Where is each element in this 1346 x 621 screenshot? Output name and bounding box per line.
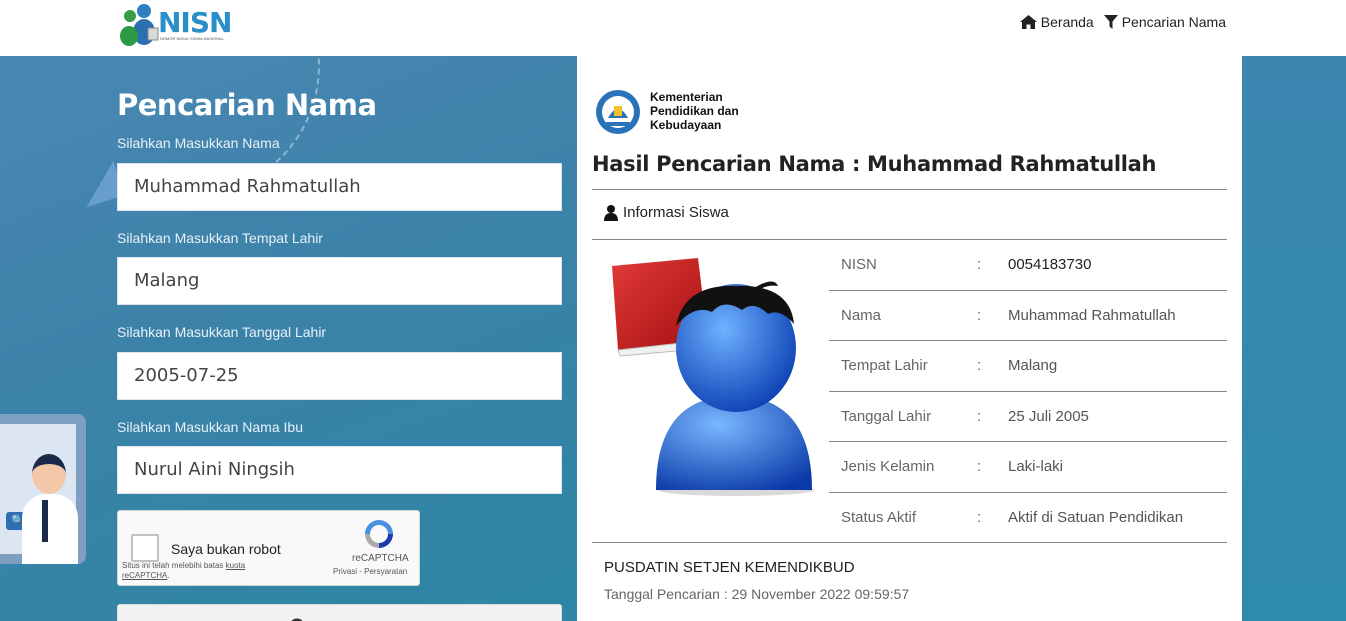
- kemdikbud-logo-icon: [596, 90, 640, 134]
- home-icon: [1019, 15, 1037, 29]
- ministry-name: Kementerian Pendidikan dan Kebudayaan: [650, 90, 739, 132]
- info-value: Malang: [1008, 357, 1058, 374]
- info-separator: :: [977, 306, 982, 324]
- birthplace-input[interactable]: Malang: [117, 257, 562, 305]
- info-value: 0054183730: [1008, 256, 1092, 273]
- search-submit-button[interactable]: [117, 604, 562, 621]
- info-separator: :: [977, 256, 982, 273]
- info-key: Tempat Lahir: [841, 357, 928, 374]
- search-timestamp: Tanggal Pencarian : 29 November 2022 09:…: [604, 586, 910, 602]
- table-row: NISN : 0054183730: [829, 240, 1227, 291]
- table-row: Status Aktif : Aktif di Satuan Pendidika…: [829, 493, 1227, 544]
- recaptcha-quota-note: Situs ini telah melebihi batas kuota reC…: [122, 561, 272, 581]
- info-separator: :: [977, 458, 982, 475]
- mother-name-label: Silahkan Masukkan Nama Ibu: [117, 419, 303, 435]
- search-icon: [291, 618, 303, 621]
- info-key: Tanggal Lahir: [841, 407, 932, 425]
- illustration-person-body: [22, 494, 78, 564]
- tab-informasi-siswa[interactable]: Informasi Siswa: [604, 204, 729, 221]
- recaptcha-icon: [365, 520, 393, 548]
- info-separator: :: [977, 508, 982, 526]
- nav-link-beranda[interactable]: Beranda: [1019, 14, 1094, 30]
- birthdate-input[interactable]: 2005-07-25: [117, 352, 562, 400]
- form-title: Pencarian Nama: [117, 88, 377, 122]
- nav-links: Beranda Pencarian Nama: [1019, 14, 1226, 30]
- filter-icon: [1103, 15, 1118, 29]
- mother-name-input[interactable]: Nurul Aini Ningsih: [117, 446, 562, 494]
- logo-subtitle: NOMOR INDUK SISWA NASIONAL: [160, 36, 224, 41]
- table-row: Tanggal Lahir : 25 Juli 2005: [829, 392, 1227, 442]
- nav-link-label: Pencarian Nama: [1121, 14, 1226, 30]
- recaptcha-note-prefix: Situs ini telah melebihi batas: [122, 561, 224, 570]
- info-separator: :: [977, 357, 982, 374]
- info-key: Jenis Kelamin: [841, 458, 935, 475]
- logo-text: NISN: [158, 6, 232, 39]
- ministry-line-2: Pendidikan dan: [650, 104, 739, 118]
- info-key: Nama: [841, 306, 882, 324]
- info-value: 25 Juli 2005: [1008, 407, 1089, 425]
- nav-link-label: Beranda: [1040, 14, 1094, 30]
- birthplace-label: Silahkan Masukkan Tempat Lahir: [117, 230, 323, 246]
- info-key: NISN: [841, 256, 877, 273]
- divider: [592, 542, 1227, 543]
- student-info-table: NISN : 0054183730 Nama : Muhammad Rahmat…: [829, 240, 1227, 543]
- info-separator: :: [977, 407, 982, 425]
- table-row: Nama : Muhammad Rahmatullah: [829, 291, 1227, 341]
- recaptcha-checkbox[interactable]: [131, 534, 159, 562]
- right-side-background: [1242, 56, 1346, 621]
- illustration-person-tie: [42, 500, 48, 542]
- recaptcha-label: Saya bukan robot: [171, 541, 281, 557]
- info-value: Laki-laki: [1008, 458, 1064, 475]
- table-row: Tempat Lahir : Malang: [829, 341, 1227, 392]
- info-value: Aktif di Satuan Pendidikan: [1008, 508, 1184, 526]
- recaptcha-widget: Saya bukan robot reCAPTCHA Privasi - Per…: [117, 510, 420, 586]
- divider: [592, 189, 1227, 190]
- nisn-logo[interactable]: NISN NOMOR INDUK SISWA NASIONAL: [118, 2, 232, 46]
- nav-link-pencarian-nama[interactable]: Pencarian Nama: [1103, 14, 1226, 30]
- ministry-line-3: Kebudayaan: [650, 118, 722, 132]
- illustration-person-head: [32, 454, 66, 494]
- recaptcha-brand: reCAPTCHA: [352, 553, 409, 564]
- footer-organization: PUSDATIN SETJEN KEMENDIKBUD: [604, 559, 855, 576]
- nisn-logo-icon: [120, 4, 159, 46]
- name-input[interactable]: Muhammad Rahmatullah: [117, 163, 562, 211]
- ministry-line-1: Kementerian: [650, 90, 723, 104]
- user-icon: [604, 204, 618, 221]
- top-navbar: NISN NOMOR INDUK SISWA NASIONAL Beranda …: [0, 0, 1346, 56]
- birthdate-label: Silahkan Masukkan Tanggal Lahir: [117, 324, 327, 340]
- result-title: Hasil Pencarian Nama : Muhammad Rahmatul…: [592, 152, 1157, 176]
- info-value: Muhammad Rahmatullah: [1008, 306, 1176, 324]
- recaptcha-note-suffix: .: [167, 571, 170, 580]
- recaptcha-terms-link[interactable]: Privasi - Persyaratan: [333, 567, 407, 576]
- tab-label: Informasi Siswa: [623, 204, 729, 221]
- student-avatar-image: [612, 258, 814, 496]
- info-key: Status Aktif: [841, 508, 917, 526]
- name-label: Silahkan Masukkan Nama: [117, 135, 280, 151]
- table-row: Jenis Kelamin : Laki-laki: [829, 442, 1227, 493]
